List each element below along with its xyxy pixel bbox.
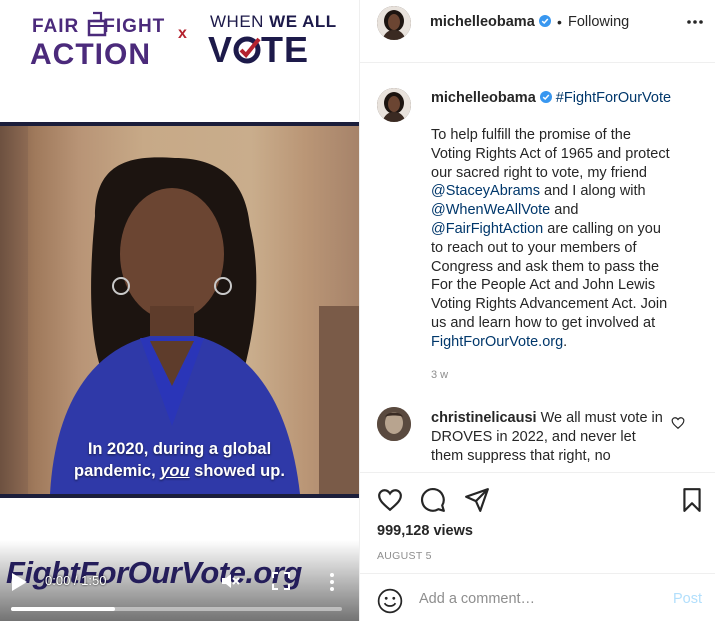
mention-staceyabrams[interactable]: @StaceyAbrams bbox=[431, 183, 540, 199]
post-panel: michelleobama • Following michelleobama … bbox=[359, 0, 715, 621]
add-comment-bar: Post bbox=[360, 573, 715, 621]
video-time: 0:00 / 1:50 bbox=[45, 573, 107, 588]
post-date[interactable]: AUGUST 5 bbox=[377, 550, 432, 562]
comment-username[interactable]: christinelicausi bbox=[431, 410, 537, 426]
emoji-icon[interactable] bbox=[377, 588, 403, 614]
video-controls: 0:00 / 1:50 bbox=[0, 568, 359, 598]
video-subtitle: In 2020, during a global pandemic, you s… bbox=[74, 440, 285, 480]
header-dot: • bbox=[557, 14, 562, 30]
mention-fairfightaction[interactable]: @FairFightAction bbox=[431, 221, 543, 237]
post-header: michelleobama • Following bbox=[360, 0, 715, 63]
more-vertical-icon[interactable] bbox=[326, 572, 338, 592]
following-button[interactable]: Following bbox=[568, 14, 629, 30]
caption-timestamp[interactable]: 3 w bbox=[431, 369, 448, 381]
when-we-all-vote-logo: WHEN WE ALL V TE bbox=[208, 10, 336, 71]
view-count[interactable]: 999,128 views bbox=[377, 523, 473, 539]
post-button[interactable]: Post bbox=[673, 591, 702, 607]
fair-fight-action-logo: FAIR FIGHT ACTION bbox=[30, 8, 164, 71]
caption-username[interactable]: michelleobama bbox=[431, 90, 536, 106]
verified-badge-icon bbox=[539, 91, 552, 103]
caption-text: To help fulfill the promise of the Votin… bbox=[431, 127, 670, 350]
video-frame-image: In 2020, during a global pandemic, you s… bbox=[0, 126, 359, 494]
ff-logo-line2: ACTION bbox=[30, 38, 151, 71]
save-bookmark-icon[interactable] bbox=[679, 487, 705, 513]
caption-header: michelleobama #FightForOurVote bbox=[431, 90, 671, 106]
mute-icon[interactable] bbox=[220, 571, 240, 591]
verified-badge-icon bbox=[538, 15, 551, 27]
comment-text: christinelicausi We all must vote in DRO… bbox=[431, 410, 663, 464]
comment-bubble-icon[interactable] bbox=[420, 487, 446, 513]
post-actions: 999,128 views AUGUST 5 bbox=[360, 472, 715, 572]
play-icon[interactable] bbox=[10, 572, 28, 592]
comment-input[interactable] bbox=[419, 586, 649, 612]
like-heart-icon[interactable] bbox=[377, 487, 403, 513]
caption-avatar[interactable] bbox=[377, 88, 411, 122]
caption-hashtag[interactable]: #FightForOurVote bbox=[556, 90, 671, 106]
caption-link[interactable]: FightForOurVote.org bbox=[431, 334, 563, 350]
video-header-graphic: FAIR FIGHT ACTION x WHEN WE ALL V TE bbox=[0, 0, 359, 122]
video-player[interactable]: In 2020, during a global pandemic, you s… bbox=[0, 122, 359, 498]
header-username[interactable]: michelleobama bbox=[430, 14, 551, 30]
comments-scroll-area[interactable]: michelleobama #FightForOurVote To help f… bbox=[360, 64, 715, 472]
wwav-line2: V TE bbox=[208, 29, 310, 71]
checkmark-o-icon bbox=[233, 29, 261, 71]
video-progress-bar[interactable] bbox=[11, 607, 342, 611]
collab-x: x bbox=[178, 25, 187, 42]
ballot-box-icon bbox=[87, 11, 107, 37]
video-progress-fill bbox=[11, 607, 116, 611]
comment-avatar[interactable] bbox=[377, 407, 411, 441]
more-options-icon[interactable] bbox=[686, 13, 704, 31]
post-media[interactable]: FAIR FIGHT ACTION x WHEN WE ALL V TE In … bbox=[0, 0, 359, 621]
comment-like-heart-icon[interactable] bbox=[671, 416, 685, 430]
fullscreen-icon[interactable] bbox=[272, 572, 290, 590]
mention-whenweallvote[interactable]: @WhenWeAllVote bbox=[431, 202, 550, 218]
share-paper-plane-icon[interactable] bbox=[464, 487, 490, 513]
avatar[interactable] bbox=[377, 6, 411, 40]
